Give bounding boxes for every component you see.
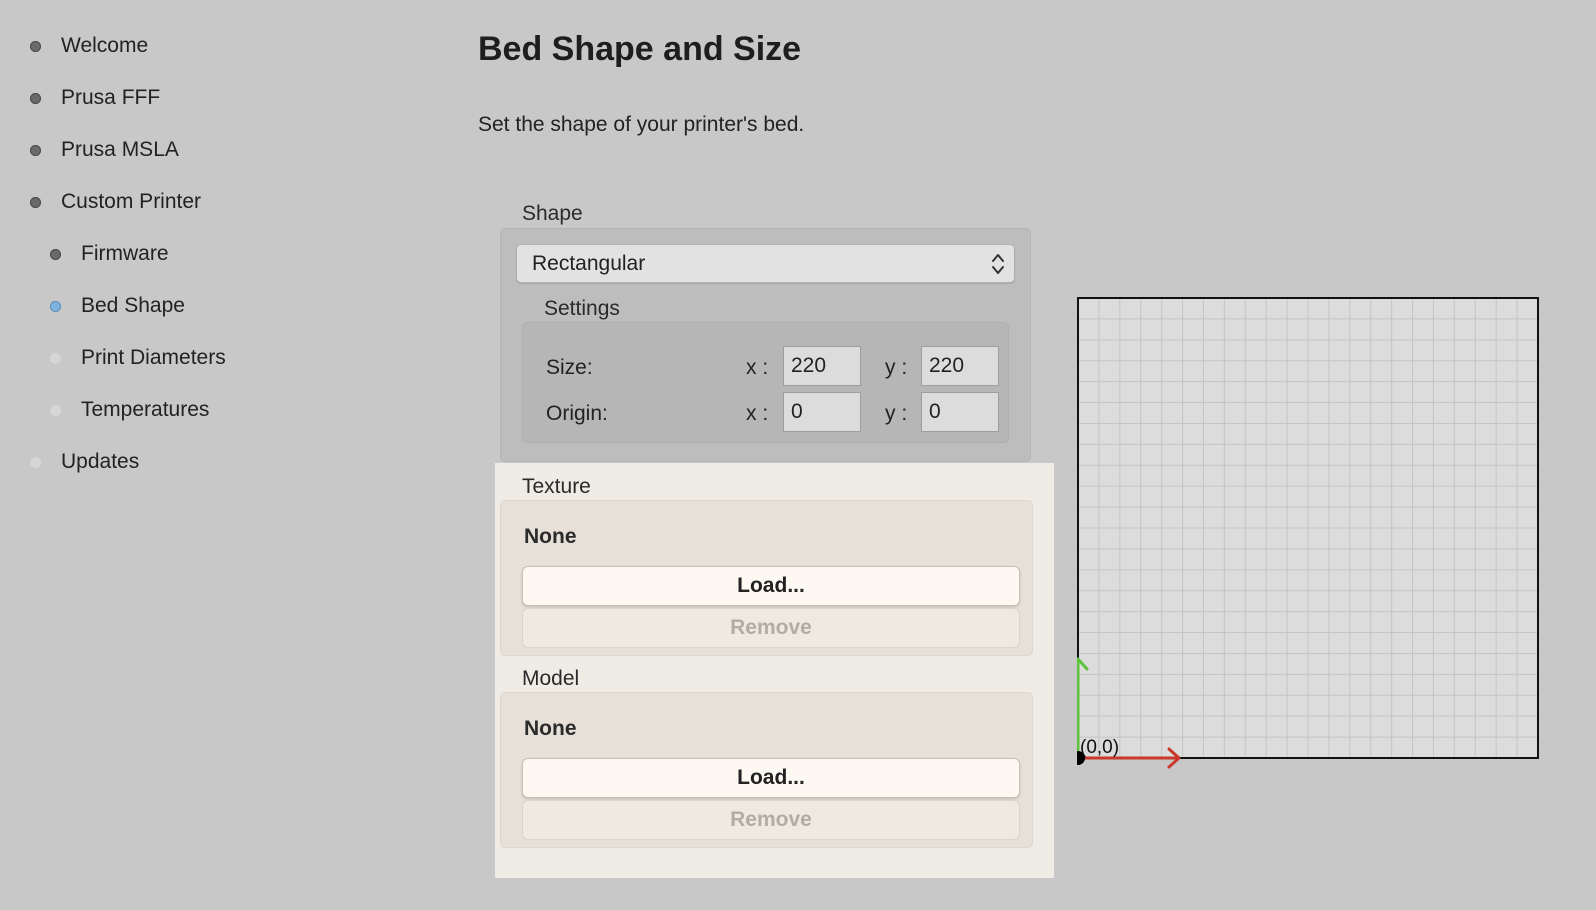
model-load-button[interactable]: Load...: [522, 758, 1020, 798]
step-todo-icon: [50, 352, 61, 364]
step-done-icon: [30, 196, 41, 208]
sidebar-item-firmware[interactable]: Firmware: [50, 242, 169, 266]
origin-coordinate-label: (0,0): [1080, 737, 1119, 758]
sidebar-item-prusa-fff[interactable]: Prusa FFF: [30, 86, 160, 110]
sidebar-item-label: Prusa FFF: [61, 86, 161, 109]
sidebar-item-bed-shape[interactable]: Bed Shape: [50, 294, 185, 318]
bed-preview: (0,0): [1077, 297, 1539, 769]
origin-label: Origin:: [546, 402, 608, 425]
sidebar-item-print-diameters[interactable]: Print Diameters: [50, 346, 226, 370]
model-value: None: [524, 717, 577, 740]
sidebar-item-custom-printer[interactable]: Custom Printer: [30, 190, 201, 214]
origin-y-label: y :: [885, 402, 908, 425]
texture-remove-button[interactable]: Remove: [522, 608, 1020, 648]
sidebar-item-label: Bed Shape: [81, 294, 185, 317]
model-group-label: Model: [522, 667, 580, 690]
shape-select[interactable]: Rectangular: [516, 244, 1015, 283]
size-x-label: x :: [746, 356, 769, 379]
size-y-input[interactable]: [921, 346, 999, 386]
sidebar-item-temperatures[interactable]: Temperatures: [50, 398, 209, 422]
size-label: Size:: [546, 356, 593, 379]
step-todo-icon: [30, 456, 41, 468]
sidebar-item-prusa-msla[interactable]: Prusa MSLA: [30, 138, 179, 162]
step-done-icon: [30, 92, 41, 104]
page-description: Set the shape of your printer's bed.: [478, 113, 805, 136]
wizard-sidebar: Welcome Prusa FFF Prusa MSLA Custom Prin…: [0, 0, 440, 910]
step-done-icon: [50, 248, 61, 260]
model-remove-button[interactable]: Remove: [522, 800, 1020, 840]
origin-x-label: x :: [746, 402, 769, 425]
sidebar-item-label: Firmware: [81, 242, 169, 265]
sidebar-item-updates[interactable]: Updates: [30, 450, 139, 474]
origin-y-input[interactable]: [921, 392, 999, 432]
size-x-input[interactable]: [783, 346, 861, 386]
texture-load-button[interactable]: Load...: [522, 566, 1020, 606]
texture-group-label: Texture: [522, 475, 591, 498]
sidebar-item-label: Custom Printer: [61, 190, 202, 213]
chevron-updown-icon: [992, 254, 1004, 274]
settings-group-label: Settings: [544, 297, 620, 320]
size-y-label: y :: [885, 356, 908, 379]
sidebar-item-label: Prusa MSLA: [61, 138, 179, 161]
step-active-icon: [50, 300, 61, 312]
step-done-icon: [30, 40, 41, 52]
page-title: Bed Shape and Size: [478, 30, 802, 68]
shape-group-label: Shape: [522, 202, 583, 225]
sidebar-item-label: Temperatures: [81, 398, 210, 421]
shape-select-value: Rectangular: [532, 251, 646, 275]
origin-x-input[interactable]: [783, 392, 861, 432]
sidebar-item-label: Print Diameters: [81, 346, 226, 369]
texture-value: None: [524, 525, 577, 548]
step-done-icon: [30, 144, 41, 156]
sidebar-item-label: Updates: [61, 450, 140, 473]
sidebar-item-label: Welcome: [61, 34, 149, 57]
sidebar-item-welcome[interactable]: Welcome: [30, 34, 148, 58]
step-todo-icon: [50, 404, 61, 416]
